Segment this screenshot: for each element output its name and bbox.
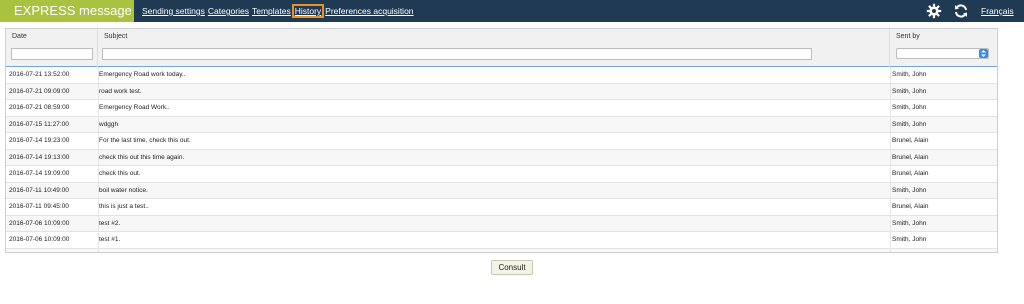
table-body: 2016-07-21 13:52:00 Emergency Road work t… — [6, 67, 997, 253]
sent-by-cell: Smith, John — [892, 219, 927, 227]
nav-templates[interactable]: Templates — [252, 6, 291, 16]
sent-by-cell: Brunel, Alain — [892, 170, 929, 177]
sent-by-column-label: Sent by — [896, 33, 920, 40]
date-cell: 2016-07-21 13:52:00 — [9, 71, 70, 78]
subject-cell: testing — [99, 249, 889, 253]
subject-cell: boil water notice. — [99, 186, 148, 194]
refresh-icon[interactable] — [953, 3, 969, 19]
date-cell: 2016-07-21 08:59:00 — [9, 104, 70, 111]
sent-by-cell: Smith, John — [892, 236, 927, 243]
subject-filter-input[interactable] — [102, 48, 812, 60]
top-bar: EXPRESS message Sending settings Categor… — [0, 0, 1024, 22]
sent-by-cell: Brunel, Alain — [892, 203, 929, 210]
table-row[interactable]: 2016-07-06 10:09:00 test #1. Smith, John — [6, 232, 997, 249]
subject-cell: check this out. — [99, 170, 141, 177]
nav-categories[interactable]: Categories — [208, 6, 249, 16]
column-divider — [890, 67, 891, 252]
date-cell: 2016-07-06 10:09:00 — [9, 236, 70, 243]
table-header: Date Subject Sent by — [6, 29, 997, 67]
sent-by-cell: Smith, John — [892, 87, 927, 95]
date-cell: 2016-07-11 09:45:00 — [9, 203, 69, 210]
date-column-label: Date — [12, 33, 27, 40]
table-row[interactable]: 2016-07-06 09:58:00testingSmith, John — [6, 248, 997, 253]
date-cell: 2016-07-11 10:49:00 — [9, 186, 69, 194]
date-cell: 2016-07-21 09:09:00 — [9, 87, 70, 95]
subject-cell: Emergency Road work today.. — [99, 71, 186, 78]
subject-cell: wdggh — [99, 120, 119, 128]
date-cell: 2016-07-14 19:23:00 — [9, 137, 70, 144]
subject-cell: test #1. — [99, 236, 121, 243]
date-cell: 2016-07-06 10:09:00 — [9, 219, 70, 227]
table-row[interactable]: 2016-07-21 09:09:00 road work test. Smith,… — [6, 83, 997, 100]
sent-by-cell: Smith, John — [892, 186, 927, 194]
subject-cell: Emergency Road Work.. — [99, 104, 170, 111]
gear-icon[interactable] — [926, 3, 942, 19]
table-row[interactable]: 2016-07-15 11:27:00 wdggh Smith, John — [6, 116, 997, 133]
nav-preferences-acquisition[interactable]: Preferences acquisition — [325, 6, 413, 16]
date-filter-input[interactable] — [11, 48, 93, 60]
sent-by-cell: Brunel, Alain — [892, 137, 929, 144]
subject-cell: For the last time, check this out. — [99, 137, 191, 144]
subject-column-header: Subject — [98, 29, 890, 67]
language-link[interactable]: Français — [981, 0, 1014, 22]
sent-by-cell: Brunel, Alain — [892, 153, 929, 161]
consult-button[interactable]: Consult — [491, 260, 533, 275]
table-row[interactable]: 2016-07-06 10:09:00 test #2. Smith, John — [6, 215, 997, 232]
table-row[interactable]: 2016-07-14 19:23:00 For the last time, ch… — [6, 133, 997, 150]
table-row[interactable]: 2016-07-11 10:49:00 boil water notice. Smi… — [6, 182, 997, 199]
sent-by-cell: Smith, John — [892, 104, 927, 111]
date-cell: 2016-07-14 19:13:00 — [9, 153, 70, 161]
table-row[interactable]: 2016-07-21 08:59:00 Emergency Road Work..… — [6, 100, 997, 117]
sent-by-column-header: Sent by — [890, 29, 997, 67]
chevron-updown-icon — [979, 49, 988, 58]
nav-history[interactable]: History — [291, 4, 325, 18]
subject-cell: this is just a test.. — [99, 203, 149, 210]
sent-by-cell: Smith, John — [892, 249, 997, 253]
table-row[interactable]: 2016-07-14 19:09:00 check this out. Brunel… — [6, 166, 997, 183]
subject-cell: road work test. — [99, 87, 142, 95]
sent-by-cell: Smith, John — [892, 120, 927, 128]
sent-by-cell: Smith, John — [892, 71, 927, 78]
subject-column-label: Subject — [104, 33, 128, 40]
date-column-header: Date — [6, 29, 98, 67]
subject-cell: check this out this time again. — [99, 153, 185, 161]
column-divider — [98, 67, 99, 252]
sent-by-filter-select[interactable] — [896, 48, 989, 59]
date-cell: 2016-07-15 11:27:00 — [9, 120, 69, 128]
date-cell: 2016-07-06 09:58:00 — [9, 249, 97, 253]
date-cell: 2016-07-14 19:09:00 — [9, 170, 70, 177]
main-nav: Sending settings Categories Templates Hi… — [142, 0, 417, 22]
app-brand: EXPRESS message — [0, 0, 134, 22]
table-row[interactable]: 2016-07-21 13:52:00 Emergency Road work t… — [6, 67, 997, 84]
nav-sending-settings[interactable]: Sending settings — [142, 6, 205, 16]
table-row[interactable]: 2016-07-14 19:13:00 check this out this t… — [6, 149, 997, 166]
subject-cell: test #2. — [99, 219, 121, 227]
table-row[interactable]: 2016-07-11 09:45:00 this is just a test..… — [6, 199, 997, 216]
history-table: Date Subject Sent by 2016-07-21 13:52:00… — [5, 28, 998, 253]
